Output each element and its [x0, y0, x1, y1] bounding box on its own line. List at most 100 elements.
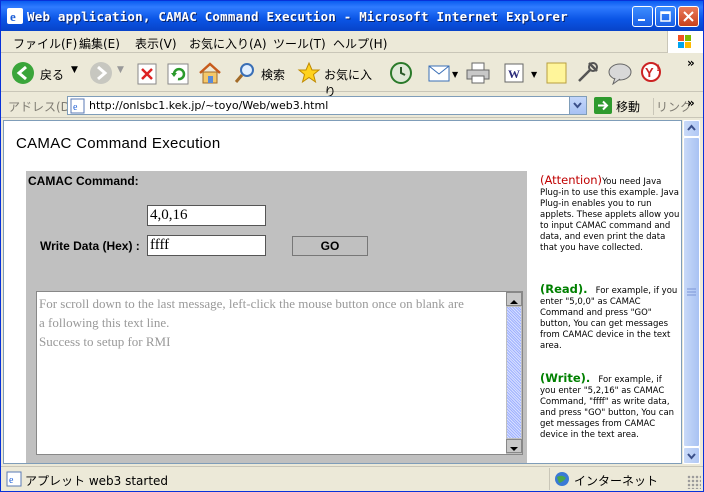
svg-text:!: !	[656, 64, 660, 74]
home-icon[interactable]	[197, 61, 223, 85]
page-content: CAMAC Command Execution CAMAC Command: 4…	[3, 120, 682, 464]
menu-file[interactable]: ファイル(F)	[13, 35, 77, 52]
forward-dropdown-icon[interactable]: ▼	[117, 65, 124, 75]
status-text: アプレット web3 started	[25, 474, 169, 488]
go-arrow-icon	[594, 97, 612, 114]
close-button[interactable]	[678, 6, 699, 27]
globe-icon	[555, 472, 569, 486]
svg-text:Y: Y	[645, 65, 654, 80]
page-icon: e	[70, 98, 85, 114]
tools-icon[interactable]	[575, 59, 601, 85]
camac-applet: CAMAC Command: 4,0,16 Write Data (Hex) :…	[26, 171, 527, 463]
page-scroll-up-button[interactable]	[683, 120, 700, 137]
write-header: (Write).	[540, 371, 591, 385]
address-url: http://onlsbc1.kek.jp/~toyo/Web/web3.htm…	[89, 99, 329, 112]
print-icon[interactable]	[465, 61, 491, 85]
menu-tools[interactable]: ツール(T)	[273, 35, 326, 52]
camac-command-input[interactable]: 4,0,16	[147, 205, 266, 226]
close-icon	[683, 11, 694, 22]
security-zone: インターネット	[549, 468, 685, 490]
back-label: 戻る	[40, 68, 65, 82]
page-scroll-thumb[interactable]	[683, 137, 700, 447]
standard-toolbar: 戻る ▼ ▼ 検索 お気に入り ▼ W ▼ Y! »	[1, 54, 703, 99]
write-data-label: Write Data (Hex) :	[40, 239, 140, 253]
title-bar[interactable]: e Web application, CAMAC Command Executi…	[1, 1, 703, 31]
svg-text:W: W	[508, 67, 520, 81]
address-dropdown-button[interactable]	[569, 97, 586, 114]
back-arrow-icon	[12, 62, 34, 84]
svg-text:▼: ▼	[531, 70, 538, 79]
write-data-input[interactable]: ffff	[147, 235, 266, 256]
back-button[interactable]: 戻る ▼	[11, 61, 89, 85]
output-line: a following this text line.	[39, 315, 170, 330]
stop-icon[interactable]	[137, 63, 157, 85]
chevron-down-icon	[573, 102, 582, 109]
menu-edit[interactable]: 編集(E)	[79, 35, 120, 52]
forward-button[interactable]: ▼	[89, 61, 127, 85]
output-scroll-track[interactable]	[507, 307, 521, 438]
back-dropdown-icon[interactable]: ▼	[71, 65, 78, 75]
read-header: (Read).	[540, 282, 588, 296]
star-icon	[297, 61, 321, 84]
go-button[interactable]: 移動	[592, 96, 650, 115]
chevron-up-icon	[687, 124, 696, 131]
resize-grip-icon[interactable]	[687, 475, 701, 489]
output-line: For scroll down to the last message, lef…	[39, 296, 464, 311]
svg-text:e: e	[73, 102, 78, 113]
read-note: (Read). For example, if you enter "5,0,0…	[540, 282, 680, 352]
attention-body: You need Java Plug-in to use this exampl…	[540, 177, 680, 253]
attention-header: (Attention)	[540, 173, 603, 187]
svg-text:▼: ▼	[452, 70, 459, 79]
yahoo-toolbar-icon[interactable]: Y!	[639, 59, 667, 87]
address-bar: アドレス(D) e http://onlsbc1.kek.jp/~toyo/We…	[1, 94, 703, 118]
output-scrollbar[interactable]	[506, 292, 522, 454]
windows-logo-icon	[667, 31, 703, 53]
search-label: 検索	[261, 68, 286, 82]
page-scroll-down-button[interactable]	[683, 447, 700, 464]
scroll-down-button[interactable]	[506, 439, 522, 453]
address-label: アドレス(D)	[8, 100, 75, 114]
write-note: (Write). For example, if you enter "5,2,…	[540, 371, 680, 441]
internet-explorer-icon: e	[7, 8, 23, 24]
applet-status-icon: e	[6, 471, 22, 487]
go-execute-button[interactable]: GO	[292, 236, 368, 256]
mail-icon[interactable]: ▼	[427, 61, 461, 85]
favorites-button[interactable]: お気に入り	[297, 61, 379, 99]
search-icon	[234, 63, 254, 83]
svg-text:e: e	[9, 475, 14, 486]
scroll-up-button[interactable]	[506, 292, 522, 306]
page-title: CAMAC Command Execution	[16, 135, 221, 152]
note-icon[interactable]	[545, 61, 569, 85]
history-icon[interactable]	[389, 61, 413, 85]
output-textarea[interactable]: For scroll down to the last message, lef…	[36, 291, 523, 455]
messenger-icon[interactable]	[607, 61, 633, 85]
maximize-icon	[660, 11, 671, 22]
refresh-icon[interactable]	[167, 63, 189, 85]
minimize-button[interactable]	[632, 6, 653, 27]
go-label: 移動	[616, 100, 641, 114]
menu-favorites[interactable]: お気に入り(A)	[189, 35, 267, 52]
status-bar: e アプレット web3 started インターネット	[1, 466, 703, 491]
menu-bar: ファイル(F) 編集(E) 表示(V) お気に入り(A) ツール(T) ヘルプ(…	[1, 31, 703, 53]
grip-icon	[687, 288, 696, 296]
chevron-down-icon	[687, 453, 696, 460]
menu-view[interactable]: 表示(V)	[135, 35, 177, 52]
output-text: For scroll down to the last message, lef…	[39, 294, 505, 351]
menu-help[interactable]: ヘルプ(H)	[333, 35, 387, 52]
links-overflow-icon[interactable]: »	[687, 96, 695, 110]
forward-arrow-icon	[90, 62, 112, 84]
minimize-icon	[638, 19, 645, 21]
security-zone-label: インターネット	[574, 474, 659, 488]
page-scrollbar[interactable]	[683, 120, 700, 464]
arrow-down-icon	[510, 447, 518, 451]
window-title: Web application, CAMAC Command Execution…	[27, 9, 568, 24]
output-line: Success to setup for RMI	[39, 334, 171, 349]
attention-note: (Attention)You need Java Plug-in to use …	[540, 173, 680, 254]
svg-text:e: e	[10, 9, 16, 24]
maximize-button[interactable]	[655, 6, 676, 27]
camac-command-label: CAMAC Command:	[28, 174, 139, 188]
toolbar-overflow-icon[interactable]: »	[687, 56, 695, 70]
search-button[interactable]: 検索	[233, 61, 293, 85]
address-input[interactable]: e http://onlsbc1.kek.jp/~toyo/Web/web3.h…	[67, 96, 587, 115]
edit-word-icon[interactable]: W ▼	[503, 61, 543, 85]
